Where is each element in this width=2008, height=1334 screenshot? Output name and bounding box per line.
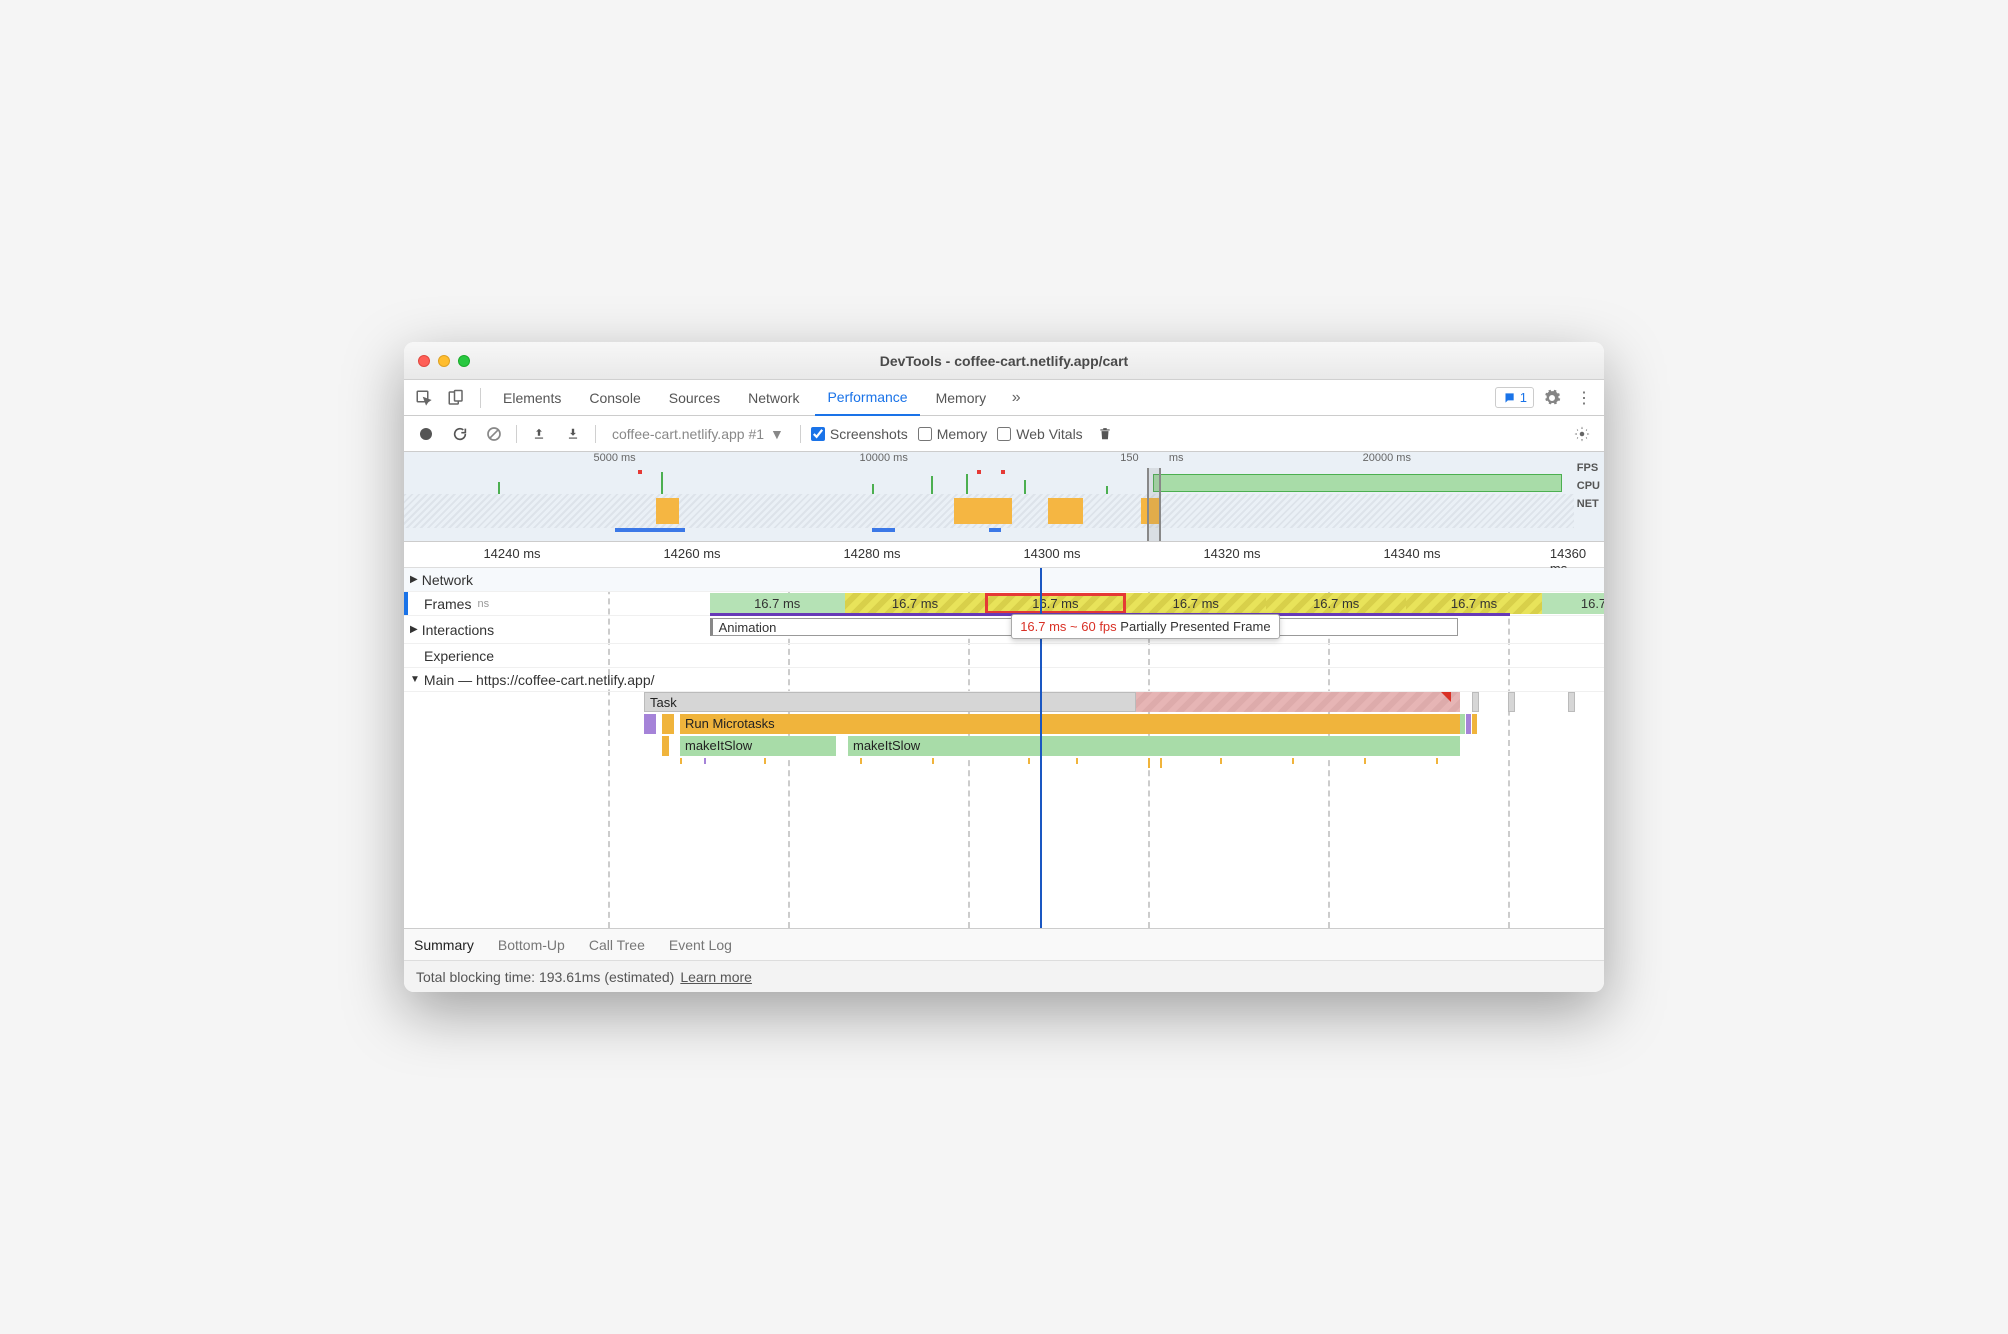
tab-calltree[interactable]: Call Tree	[589, 937, 645, 953]
capture-settings-icon[interactable]	[1570, 422, 1594, 446]
frame-cell[interactable]: 16.7 ms	[1126, 593, 1266, 614]
webvitals-checkbox[interactable]: Web Vitals	[997, 426, 1082, 442]
tab-performance[interactable]: Performance	[815, 380, 919, 416]
chevron-down-icon: ▼	[770, 426, 784, 442]
main-tabs: Elements Console Sources Network Perform…	[404, 380, 1604, 416]
recording-selector[interactable]: coffee-cart.netlify.app #1 ▼	[606, 424, 790, 444]
window-controls	[404, 355, 470, 367]
track-experience[interactable]: Experience	[404, 644, 1604, 668]
overview-panel[interactable]: 5000 ms 10000 ms 150 ms 20000 ms	[404, 452, 1604, 542]
reload-icon[interactable]	[448, 422, 472, 446]
issues-count: 1	[1520, 390, 1527, 405]
track-main[interactable]: ▼Main — https://coffee-cart.netlify.app/	[404, 668, 1604, 692]
cpu-label: CPU	[1577, 480, 1600, 492]
window-title: DevTools - coffee-cart.netlify.app/cart	[404, 353, 1604, 369]
frame-cell[interactable]: 16.7 ms	[1406, 593, 1541, 614]
track-interactions[interactable]: ▶Interactions Animation 16.7 ms ~ 60 fps…	[404, 616, 1604, 644]
tab-elements[interactable]: Elements	[491, 380, 573, 416]
upload-icon[interactable]	[527, 422, 551, 446]
delete-icon[interactable]	[1093, 422, 1117, 446]
more-tabs-icon[interactable]: »	[1002, 384, 1030, 412]
status-bar: Total blocking time: 193.61ms (estimated…	[404, 960, 1604, 992]
flame-chart-area[interactable]: ▶Network Framesns 16.7 ms16.7 ms16.7 ms1…	[404, 568, 1604, 928]
tab-network[interactable]: Network	[736, 380, 811, 416]
task-bar[interactable]: Task	[644, 692, 1136, 712]
recording-name: coffee-cart.netlify.app #1	[612, 426, 764, 442]
learn-more-link[interactable]: Learn more	[680, 969, 752, 985]
inspect-icon[interactable]	[410, 384, 438, 412]
close-icon[interactable]	[418, 355, 430, 367]
main-flame-chart[interactable]: Task Run Microtasks makeItSlow make	[404, 692, 1604, 912]
blocking-time: Total blocking time: 193.61ms (estimated…	[416, 969, 674, 985]
issues-badge[interactable]: 1	[1495, 387, 1534, 408]
tab-eventlog[interactable]: Event Log	[669, 937, 732, 953]
perf-toolbar: coffee-cart.netlify.app #1 ▼ Screenshots…	[404, 416, 1604, 452]
memory-checkbox[interactable]: Memory	[918, 426, 988, 442]
net-label: NET	[1577, 498, 1600, 510]
track-network[interactable]: ▶Network	[404, 568, 1604, 592]
download-icon[interactable]	[561, 422, 585, 446]
overview-ticks: 5000 ms 10000 ms 150 ms 20000 ms	[404, 452, 1574, 468]
frame-cell[interactable]: 16.7 ms	[1542, 593, 1604, 614]
tab-memory[interactable]: Memory	[924, 380, 999, 416]
tab-sources[interactable]: Sources	[657, 380, 732, 416]
devtools-window: DevTools - coffee-cart.netlify.app/cart …	[404, 342, 1604, 992]
fn-makeitslow-1[interactable]: makeItSlow	[680, 736, 836, 756]
frame-cell[interactable]: 16.7 ms	[710, 593, 845, 614]
settings-icon[interactable]	[1538, 384, 1566, 412]
tab-bottomup[interactable]: Bottom-Up	[498, 937, 565, 953]
tab-summary[interactable]: Summary	[414, 937, 474, 953]
tab-console[interactable]: Console	[577, 380, 652, 416]
record-icon[interactable]	[414, 422, 438, 446]
kebab-menu-icon[interactable]: ⋮	[1570, 384, 1598, 412]
minimize-icon[interactable]	[438, 355, 450, 367]
frame-cell[interactable]: 16.7 ms	[845, 593, 985, 614]
device-toggle-icon[interactable]	[442, 384, 470, 412]
fn-makeitslow-2[interactable]: makeItSlow	[848, 736, 1460, 756]
frame-cell[interactable]: 16.7 ms	[1266, 593, 1406, 614]
screenshots-checkbox[interactable]: Screenshots	[811, 426, 908, 442]
titlebar: DevTools - coffee-cart.netlify.app/cart	[404, 342, 1604, 380]
separator	[480, 388, 481, 408]
overview-window[interactable]	[1147, 468, 1161, 541]
maximize-icon[interactable]	[458, 355, 470, 367]
microtasks-bar[interactable]: Run Microtasks	[680, 714, 1460, 734]
time-ruler: 14240 ms 14260 ms 14280 ms 14300 ms 1432…	[404, 542, 1604, 568]
task-bar-long[interactable]	[1136, 692, 1460, 712]
frame-cell[interactable]: 16.7 ms	[985, 593, 1125, 614]
fps-label: FPS	[1577, 462, 1600, 474]
clear-icon[interactable]	[482, 422, 506, 446]
frame-tooltip: 16.7 ms ~ 60 fps Partially Presented Fra…	[1011, 614, 1279, 639]
details-tabs: Summary Bottom-Up Call Tree Event Log	[404, 928, 1604, 960]
